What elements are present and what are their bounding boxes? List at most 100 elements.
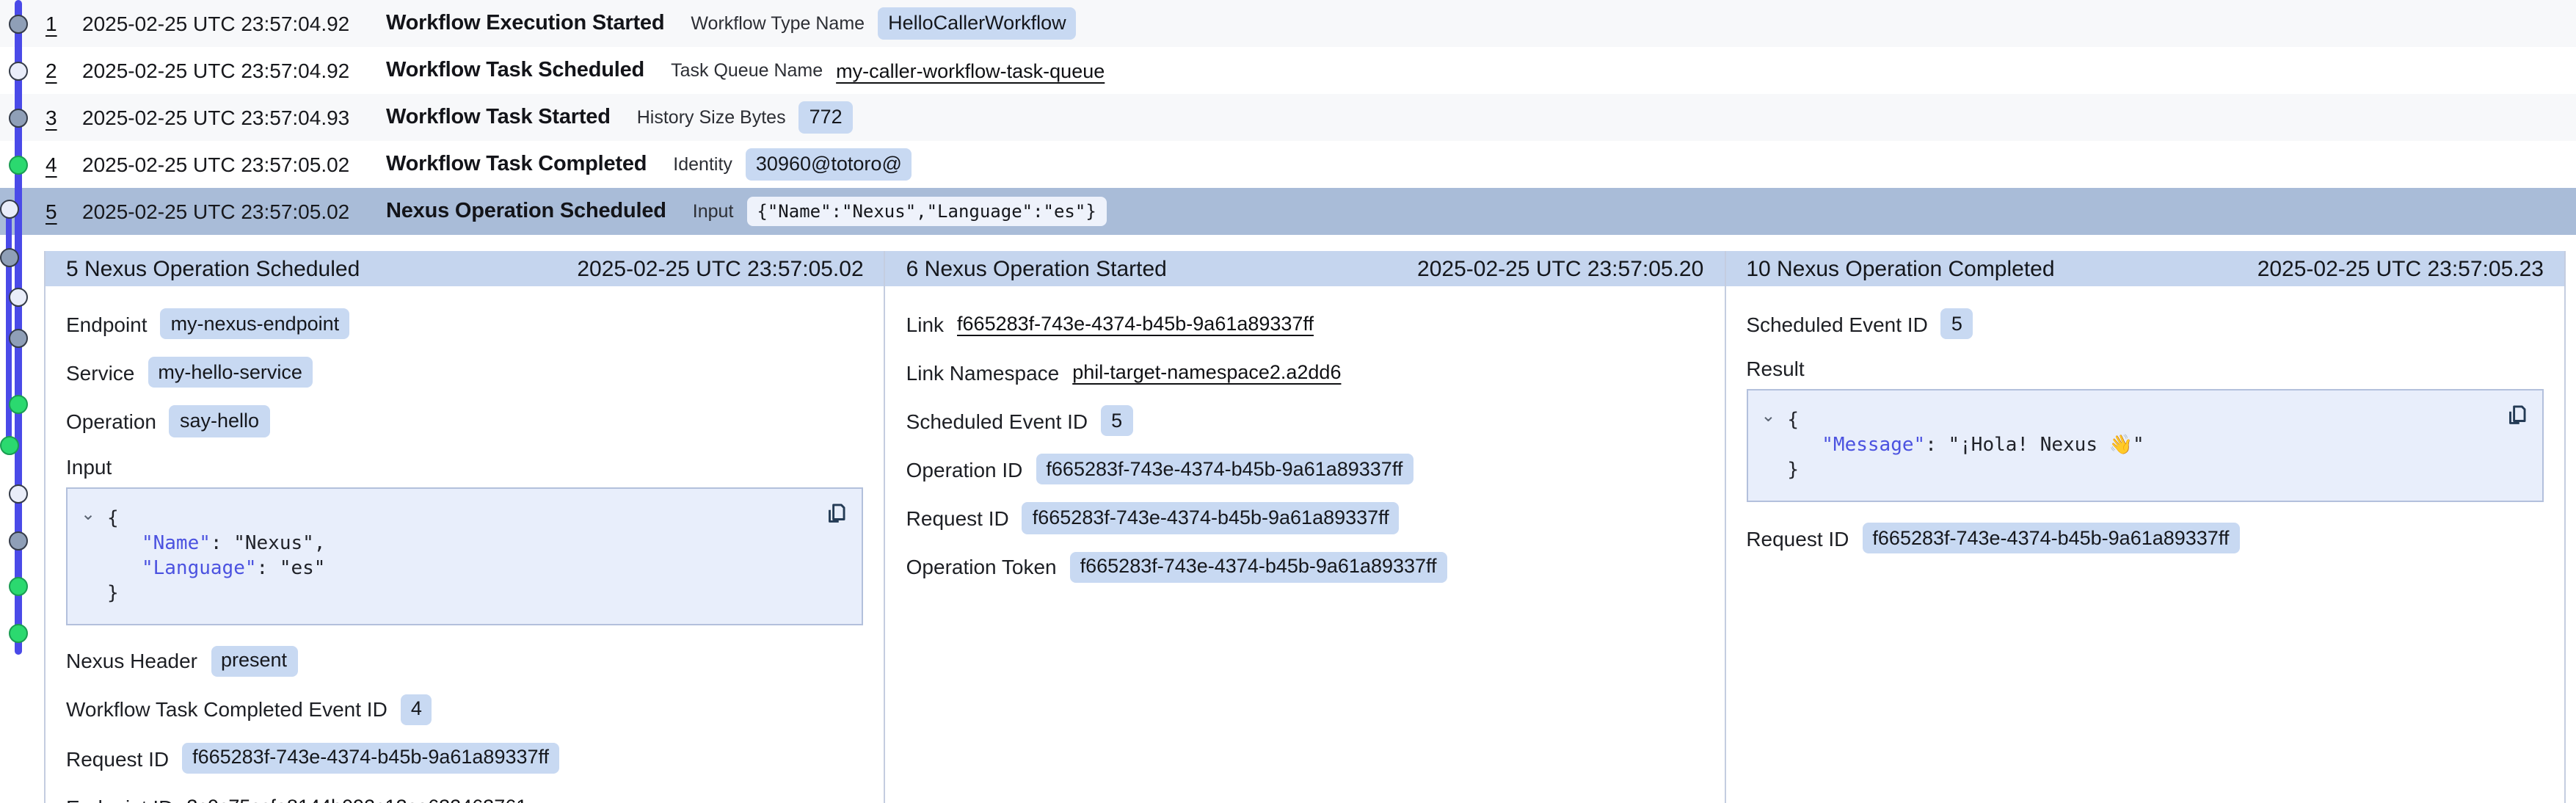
event-row-4[interactable]: 42025-02-25 UTC 23:57:05.02Workflow Task…	[0, 141, 2576, 188]
field-value-link[interactable]: phil-target-namespace2.a2dd6	[1072, 361, 1341, 383]
event-number[interactable]: 2	[46, 59, 82, 82]
field-value-badge: my-nexus-endpoint	[161, 308, 350, 339]
collapse-chevron-icon[interactable]: ⌄	[1761, 407, 1775, 424]
field-value-link[interactable]: 3c0c75ccfa8144b092c13ce632463761	[186, 796, 527, 803]
field-label: Result	[1746, 357, 2544, 380]
json-text: {	[1787, 410, 1799, 432]
field-label: Request ID	[66, 746, 169, 770]
json-text: }	[107, 582, 119, 604]
panel-body: Scheduled Event ID 5 Result ⌄ { "Message": "…	[1725, 286, 2564, 572]
field-value-badge: 5	[1101, 405, 1132, 436]
collapse-chevron-icon[interactable]: ⌄	[81, 504, 95, 522]
event-number[interactable]: 1	[46, 12, 82, 35]
json-text	[107, 557, 142, 579]
panel-body: Endpoint my-nexus-endpoint Service my-hello…	[46, 286, 884, 803]
json-line: {	[107, 506, 804, 531]
event-attr-value-link[interactable]: my-caller-workflow-task-queue	[836, 59, 1105, 81]
event-number[interactable]: 3	[46, 106, 82, 129]
field-label: Service	[66, 361, 134, 385]
json-content: { "Name": "Nexus", "Language": "es"}	[107, 506, 804, 606]
field-request-id: Request ID f665283f-743e-4374-b45b-9a61a8…	[66, 743, 864, 774]
field-nexus-header: Nexus Headerpresent	[66, 645, 864, 676]
field-label: Endpoint ID	[66, 795, 173, 803]
field-value-badge: f665283f-743e-4374-b45b-9a61a89337ff	[1070, 551, 1447, 582]
event-attr-label: History Size Bytes	[637, 107, 786, 128]
json-text: }	[1787, 459, 1799, 482]
field-value-badge: my-hello-service	[148, 357, 313, 388]
field-operation-id: Operation ID f665283f-743e-4374-b45b-9a61…	[906, 454, 1704, 484]
copy-button[interactable]	[824, 500, 849, 525]
json-viewer: ⌄ { "Name": "Nexus", "Language": "es"}	[66, 487, 864, 625]
json-content: { "Message": "¡Hola! Nexus 👋"}	[1787, 408, 2484, 483]
event-row-2[interactable]: 22025-02-25 UTC 23:57:04.92Workflow Task…	[0, 47, 2576, 94]
event-row-3[interactable]: 32025-02-25 UTC 23:57:04.93Workflow Task…	[0, 94, 2576, 141]
event-timestamp: 2025-02-25 UTC 23:57:04.92	[82, 59, 386, 82]
json-text	[1787, 435, 1822, 457]
json-line: }	[1787, 458, 2484, 483]
field-label: Link	[906, 312, 944, 335]
field-workflow-task-completed-event-id: Workflow Task Completed Event ID4	[66, 694, 864, 725]
field-link: Link f665283f-743e-4374-b45b-9a61a89337ff	[906, 308, 1704, 339]
json-text: : "¡Hola! Nexus 👋"	[1925, 435, 2144, 457]
field-value-badge: f665283f-743e-4374-b45b-9a61a89337ff	[182, 743, 559, 774]
field-result: Result ⌄ { "Message": "¡Hola! Nexus 👋"}	[1746, 357, 2544, 502]
field-label: Link Namespace	[906, 360, 1060, 384]
field-label: Operation ID	[906, 458, 1023, 482]
field-value-badge: f665283f-743e-4374-b45b-9a61a89337ff	[1036, 454, 1413, 484]
field-label: Operation	[66, 410, 156, 433]
event-name: Workflow Execution Started	[386, 12, 664, 35]
detail-panels: 5 Nexus Operation Scheduled 2025-02-25 UT…	[44, 251, 2566, 803]
event-timestamp: 2025-02-25 UTC 23:57:04.92	[82, 12, 386, 35]
field-value-badge: present	[211, 645, 297, 676]
event-row-5[interactable]: 52025-02-25 UTC 23:57:05.02Nexus Operati…	[0, 188, 2576, 235]
panel-title: 10 Nexus Operation Completed	[1746, 256, 2054, 281]
panel-body: Link f665283f-743e-4374-b45b-9a61a89337ff…	[886, 286, 1725, 600]
field-service: Service my-hello-service	[66, 357, 864, 388]
event-row-1[interactable]: 12025-02-25 UTC 23:57:04.92Workflow Exec…	[0, 0, 2576, 47]
field-request-id: Request IDf665283f-743e-4374-b45b-9a61a8…	[1746, 523, 2544, 553]
json-viewer: ⌄ { "Message": "¡Hola! Nexus 👋"}	[1746, 389, 2544, 502]
copy-button[interactable]	[2504, 402, 2529, 427]
event-name: Workflow Task Scheduled	[386, 59, 644, 82]
event-number[interactable]: 5	[46, 200, 82, 223]
field-endpoint: Endpoint my-nexus-endpoint	[66, 308, 864, 339]
event-timestamp: 2025-02-25 UTC 23:57:05.02	[82, 153, 386, 176]
panel-timestamp: 2025-02-25 UTC 23:57:05.02	[577, 256, 863, 281]
event-timestamp: 2025-02-25 UTC 23:57:04.93	[82, 106, 386, 129]
field-label: Scheduled Event ID	[1746, 312, 1928, 335]
field-label: Scheduled Event ID	[906, 409, 1088, 432]
timeline-dot-green	[9, 394, 28, 413]
json-line: "Name": "Nexus",	[107, 531, 804, 556]
timeline-dot-gray	[9, 531, 28, 550]
field-label: Operation Token	[906, 555, 1057, 578]
field-operation: Operation say-hello	[66, 406, 864, 437]
event-timestamp: 2025-02-25 UTC 23:57:05.02	[82, 200, 386, 223]
panel-title: 5 Nexus Operation Scheduled	[66, 256, 360, 281]
field-input: Input ⌄ { "Name": "Nexus", "Language": "es…	[66, 454, 864, 625]
event-attr-value-badge: 772	[799, 102, 853, 133]
field-value-badge: f665283f-743e-4374-b45b-9a61a89337ff	[1022, 503, 1400, 534]
field-scheduled-event-id: Scheduled Event ID 5	[1746, 308, 2544, 339]
json-line: "Message": "¡Hola! Nexus 👋"	[1787, 433, 2484, 458]
field-label: Input	[66, 454, 864, 478]
timeline-dot-gray	[9, 328, 28, 347]
event-number[interactable]: 4	[46, 153, 82, 176]
event-attr-value-badge: {"Name":"Nexus","Language":"es"}	[746, 197, 1106, 227]
field-endpoint-id: Endpoint ID 3c0c75ccfa8144b092c13ce632463…	[66, 791, 864, 803]
field-value-badge: say-hello	[170, 406, 269, 437]
copy-icon	[824, 500, 849, 525]
detail-panel-10-nexus-operation-completed: 10 Nexus Operation Completed2025-02-25 U…	[1725, 251, 2564, 803]
field-request-id: Request IDf665283f-743e-4374-b45b-9a61a8…	[906, 503, 1704, 534]
panel-title: 6 Nexus Operation Started	[906, 256, 1167, 281]
timeline-branch-line	[6, 208, 12, 445]
field-label: Endpoint	[66, 312, 148, 335]
field-value-badge: 4	[401, 694, 432, 725]
field-value-link[interactable]: f665283f-743e-4374-b45b-9a61a89337ff	[957, 313, 1314, 335]
field-label: Request ID	[1746, 527, 1849, 551]
panel-header: 6 Nexus Operation Started2025-02-25 UTC …	[886, 251, 1725, 286]
detail-panel-6-nexus-operation-started: 6 Nexus Operation Started2025-02-25 UTC …	[886, 251, 1726, 803]
detail-panel-5-nexus-operation-scheduled: 5 Nexus Operation Scheduled 2025-02-25 UT…	[46, 251, 886, 803]
event-name: Nexus Operation Scheduled	[386, 200, 666, 223]
json-line: }	[107, 581, 804, 606]
field-value-badge: 5	[1941, 308, 1973, 339]
